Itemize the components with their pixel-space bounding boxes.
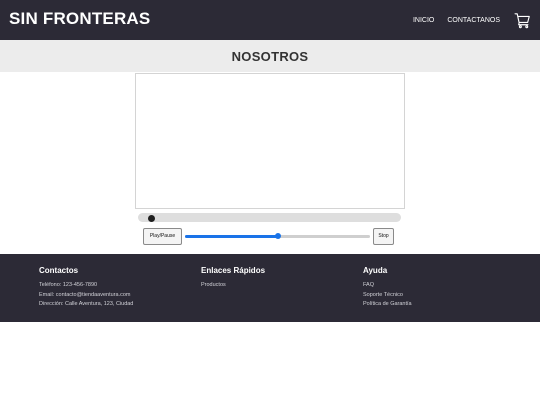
volume-handle[interactable] — [274, 233, 281, 239]
seek-handle[interactable] — [147, 214, 155, 222]
video-player[interactable] — [135, 73, 405, 209]
footer-help-title: Ayuda — [363, 266, 388, 275]
footer-email: Email: contacto@tiendaaventura.com — [39, 291, 131, 298]
volume-fill — [185, 235, 278, 238]
footer-link-faq[interactable]: FAQ — [363, 281, 412, 291]
footer-link-garantia[interactable]: Política de Garantía — [363, 300, 412, 310]
footer-link-soporte[interactable]: Soporte Técnico — [363, 291, 412, 301]
footer-contacts: Contactos Teléfono: 123-456-7890 Email: … — [39, 266, 133, 310]
main-nav: INICIO CONTACTANOS — [413, 0, 531, 40]
seek-bar[interactable] — [138, 213, 401, 222]
footer-contacts-title: Contactos — [39, 266, 79, 275]
footer-address: Dirección: Calle Aventura, 123, Ciudad — [39, 301, 134, 307]
page-title-band: NOSOTROS — [0, 40, 540, 72]
page-title: NOSOTROS — [231, 49, 309, 64]
nav-link-inicio[interactable]: INICIO — [413, 17, 434, 24]
cart-button[interactable] — [514, 12, 531, 29]
footer-help: Ayuda FAQ Soporte Técnico Política de Ga… — [363, 266, 412, 310]
footer-quick-links: Enlaces Rápidos Productos — [201, 266, 265, 291]
play-pause-button[interactable]: Play/Pause — [143, 228, 182, 245]
brand-logo[interactable]: SIN FRONTERAS — [9, 9, 150, 29]
stop-button[interactable]: Stop — [373, 228, 394, 245]
footer-link-productos[interactable]: Productos — [201, 281, 265, 291]
top-navbar: SIN FRONTERAS INICIO CONTACTANOS — [0, 0, 540, 40]
footer-quick-links-title: Enlaces Rápidos — [201, 266, 266, 275]
volume-slider[interactable] — [185, 233, 370, 239]
shopping-cart-icon[interactable] — [514, 12, 531, 29]
nav-link-contactanos[interactable]: CONTACTANOS — [447, 17, 500, 24]
site-footer: Contactos Teléfono: 123-456-7890 Email: … — [0, 254, 540, 322]
footer-phone: Teléfono: 123-456-7890 — [39, 282, 98, 288]
